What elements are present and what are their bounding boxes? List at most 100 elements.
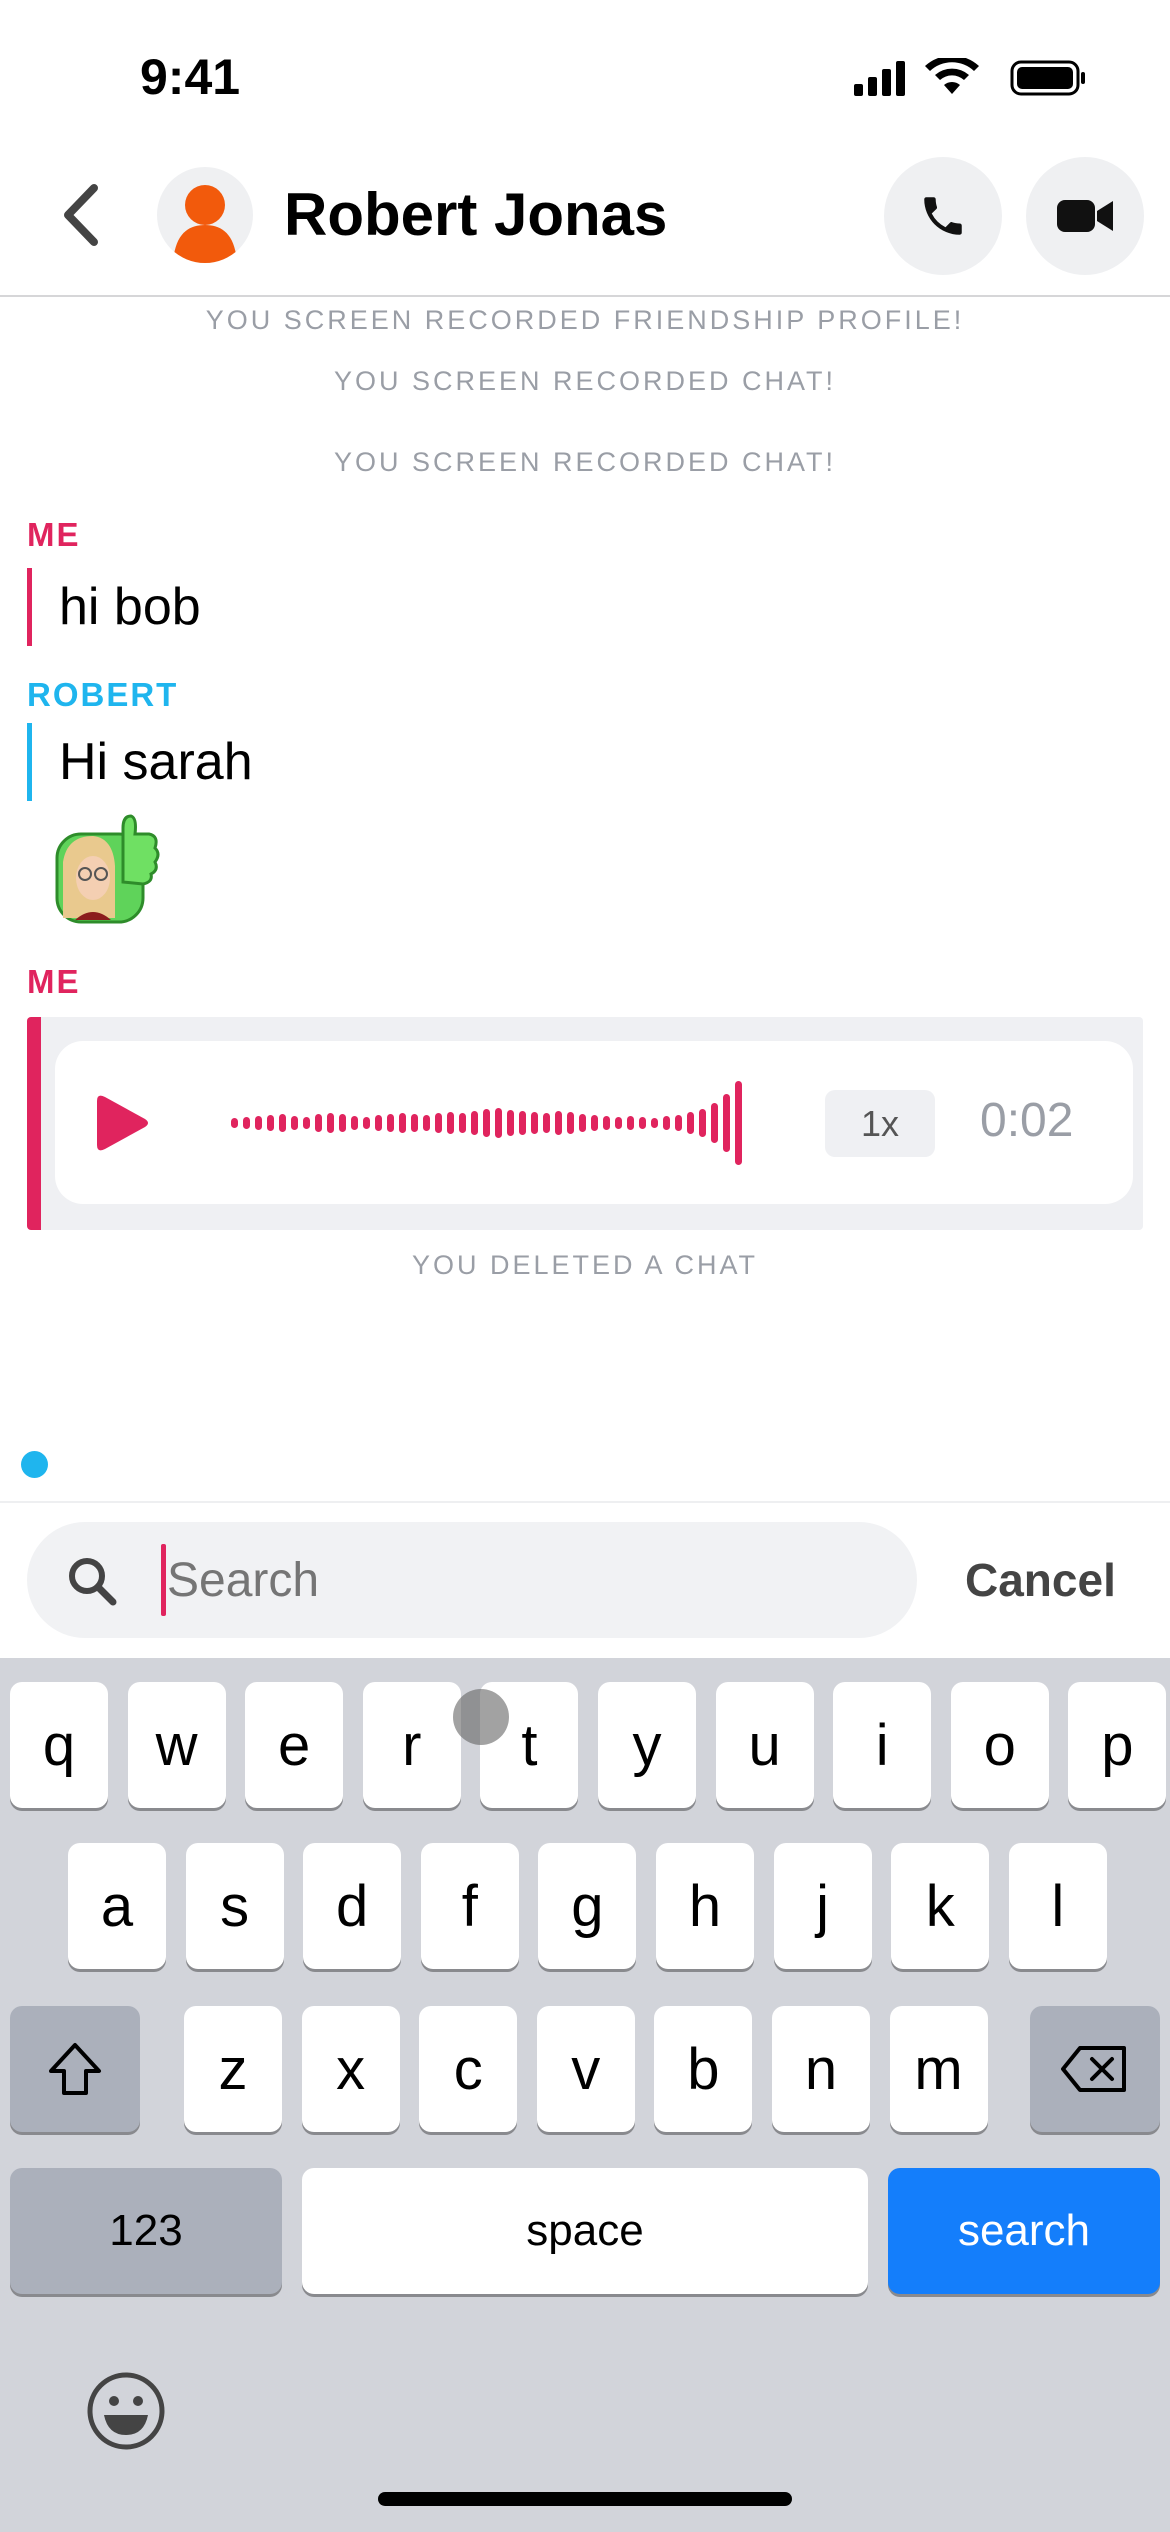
key-y[interactable]: y bbox=[598, 1682, 696, 1808]
status-time: 9:41 bbox=[140, 49, 241, 105]
waveform[interactable] bbox=[231, 1071, 761, 1175]
waveform-bar bbox=[483, 1109, 490, 1137]
touch-indicator bbox=[453, 1689, 509, 1745]
bitmoji-thumbs-up-icon bbox=[55, 814, 160, 924]
waveform-bar bbox=[723, 1094, 730, 1152]
key-g[interactable]: g bbox=[538, 1843, 637, 1969]
key-a[interactable]: a bbox=[68, 1843, 166, 1969]
keyboard: qwertyuiopasdfghjklzxcvbnm 123 space sea… bbox=[0, 1658, 1170, 2532]
waveform-bar bbox=[339, 1114, 346, 1132]
waveform-bar bbox=[267, 1115, 274, 1131]
message-text[interactable]: Hi sarah bbox=[27, 723, 253, 801]
waveform-bar bbox=[663, 1116, 670, 1130]
shift-icon bbox=[49, 2043, 101, 2095]
waveform-bar bbox=[735, 1081, 742, 1165]
waveform-bar bbox=[651, 1118, 658, 1128]
key-v[interactable]: v bbox=[536, 2006, 635, 2132]
key-p[interactable]: p bbox=[1068, 1682, 1167, 1808]
speed-label: 1x bbox=[860, 1102, 900, 1144]
phone-icon bbox=[924, 197, 962, 235]
waveform-bar bbox=[363, 1117, 370, 1129]
waveform-bar bbox=[327, 1113, 334, 1133]
key-e[interactable]: e bbox=[245, 1682, 344, 1808]
key-l[interactable]: l bbox=[1008, 1843, 1107, 1969]
header-divider bbox=[0, 295, 1170, 297]
playback-speed-button[interactable]: 1x bbox=[825, 1090, 935, 1157]
waveform-bar bbox=[711, 1103, 718, 1143]
system-message: YOU SCREEN RECORDED CHAT! bbox=[333, 447, 837, 477]
waveform-bar bbox=[387, 1114, 394, 1132]
emoji-icon bbox=[87, 2372, 165, 2450]
key-r[interactable]: r bbox=[362, 1682, 461, 1808]
voice-player: 1x 0:02 bbox=[55, 1041, 1133, 1204]
waveform-bar bbox=[687, 1112, 694, 1134]
search-bar[interactable] bbox=[27, 1522, 917, 1638]
key-b[interactable]: b bbox=[654, 2006, 753, 2132]
video-call-button[interactable] bbox=[1026, 157, 1144, 275]
voice-message: 1x 0:02 bbox=[27, 1017, 1143, 1230]
search-divider bbox=[0, 1501, 1170, 1503]
avatar[interactable] bbox=[157, 167, 253, 263]
waveform-bar bbox=[279, 1114, 286, 1132]
waveform-bar bbox=[699, 1109, 706, 1137]
waveform-bar bbox=[303, 1117, 310, 1129]
back-chevron-icon bbox=[64, 184, 98, 246]
waveform-bar bbox=[555, 1111, 562, 1135]
key-j[interactable]: j bbox=[773, 1843, 872, 1969]
key-q[interactable]: q bbox=[10, 1682, 108, 1808]
back-button[interactable] bbox=[50, 180, 110, 250]
sender-label-robert: ROBERT bbox=[27, 676, 179, 713]
system-message: YOU SCREEN RECORDED CHAT! bbox=[333, 366, 837, 396]
key-u[interactable]: u bbox=[715, 1682, 814, 1808]
typing-indicator-dot bbox=[21, 1451, 48, 1478]
video-camera-icon bbox=[1057, 200, 1113, 232]
key-k[interactable]: k bbox=[891, 1843, 990, 1969]
waveform-bar bbox=[255, 1116, 262, 1130]
waveform-bar bbox=[351, 1116, 358, 1130]
waveform-bar bbox=[411, 1114, 418, 1132]
waveform-bar bbox=[567, 1112, 574, 1134]
key-o[interactable]: o bbox=[950, 1682, 1049, 1808]
search-icon bbox=[69, 1558, 117, 1606]
waveform-bar bbox=[675, 1115, 682, 1131]
delete-key[interactable] bbox=[1030, 2006, 1160, 2132]
message-text[interactable]: hi bob bbox=[27, 568, 201, 646]
waveform-bar bbox=[399, 1113, 406, 1133]
bitmoji-sticker[interactable] bbox=[53, 812, 165, 924]
sender-label-me: ME bbox=[27, 963, 81, 1000]
key-m[interactable]: m bbox=[889, 2006, 988, 2132]
emoji-button[interactable] bbox=[86, 2371, 166, 2451]
waveform-bar bbox=[471, 1111, 478, 1135]
search-key[interactable]: search bbox=[888, 2168, 1160, 2294]
system-message: YOU DELETED A CHAT bbox=[411, 1250, 759, 1280]
backspace-icon bbox=[1061, 2046, 1126, 2092]
cancel-button[interactable]: Cancel bbox=[965, 1553, 1116, 1607]
key-i[interactable]: i bbox=[833, 1682, 932, 1808]
key-h[interactable]: h bbox=[656, 1843, 754, 1969]
key-n[interactable]: n bbox=[772, 2006, 870, 2132]
numbers-key[interactable]: 123 bbox=[10, 2168, 282, 2294]
waveform-bar bbox=[459, 1113, 466, 1133]
call-button[interactable] bbox=[884, 157, 1002, 275]
waveform-bar bbox=[291, 1116, 298, 1130]
space-key[interactable]: space bbox=[302, 2168, 868, 2294]
key-x[interactable]: x bbox=[301, 2006, 400, 2132]
play-button[interactable] bbox=[91, 1091, 151, 1155]
search-input[interactable] bbox=[167, 1542, 867, 1618]
waveform-bar bbox=[627, 1116, 634, 1130]
key-s[interactable]: s bbox=[185, 1843, 284, 1969]
home-indicator bbox=[378, 2492, 792, 2506]
shift-key[interactable] bbox=[10, 2006, 140, 2132]
key-c[interactable]: c bbox=[419, 2006, 518, 2132]
key-z[interactable]: z bbox=[184, 2006, 282, 2132]
key-f[interactable]: f bbox=[420, 1843, 519, 1969]
sender-label-me: ME bbox=[27, 516, 81, 553]
waveform-bar bbox=[519, 1111, 526, 1135]
contact-name[interactable]: Robert Jonas bbox=[284, 180, 667, 249]
key-w[interactable]: w bbox=[127, 1682, 226, 1808]
waveform-bar bbox=[435, 1113, 442, 1133]
waveform-bar bbox=[531, 1112, 538, 1134]
key-d[interactable]: d bbox=[303, 1843, 402, 1969]
signal-wifi-battery-icon bbox=[854, 55, 1085, 96]
waveform-bar bbox=[375, 1115, 382, 1131]
